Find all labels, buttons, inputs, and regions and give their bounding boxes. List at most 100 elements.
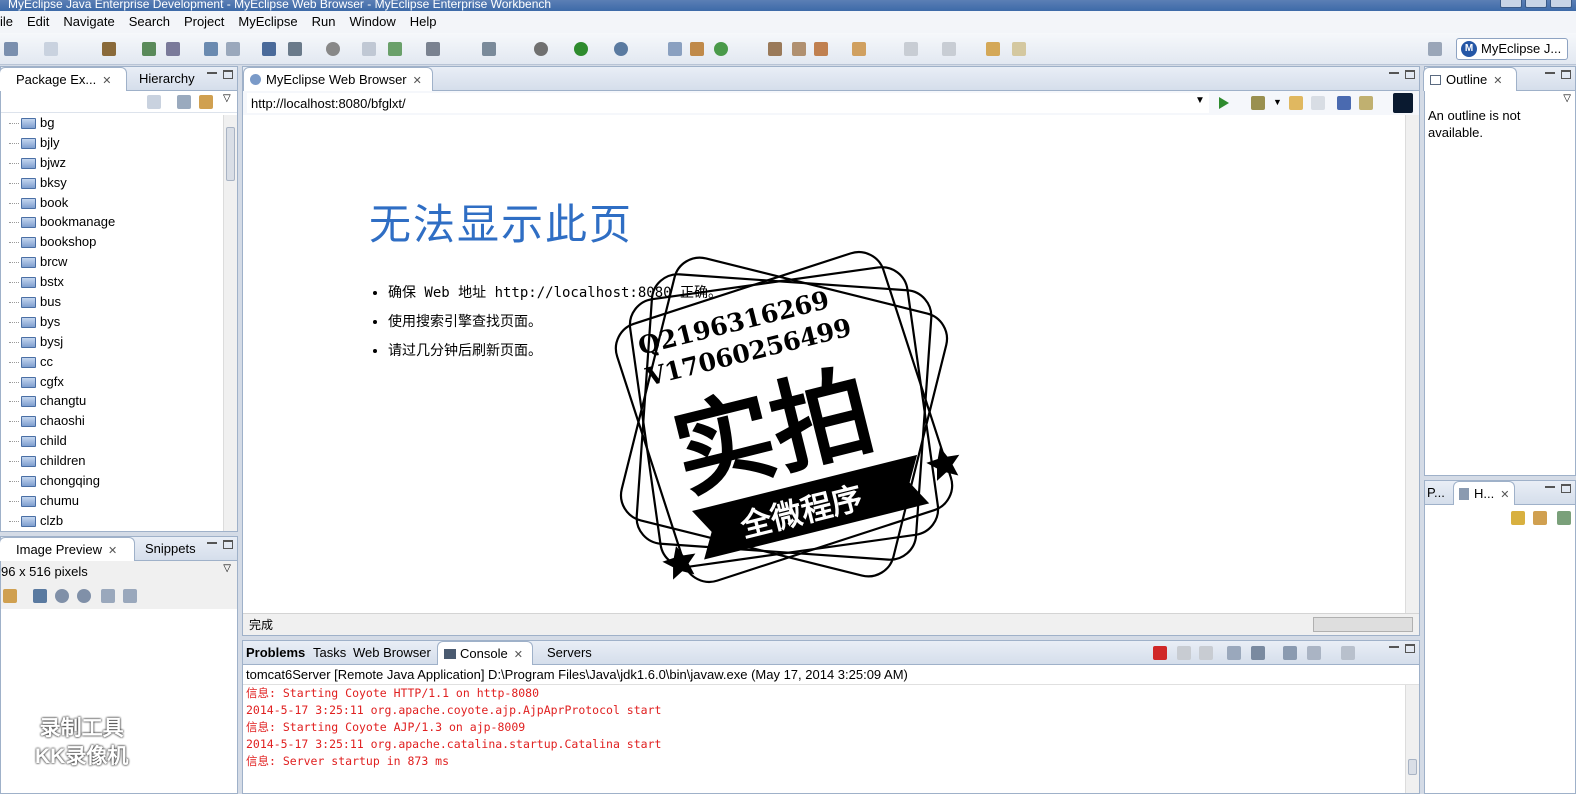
refresh-icon[interactable] [1359,96,1373,110]
menu-edit[interactable]: Edit [20,11,56,33]
menu-search[interactable]: Search [122,11,177,33]
view-menu-icon[interactable]: ▽ [1563,93,1571,104]
tab-package-explorer[interactable]: Package Ex... ✕ [0,67,127,91]
scrollbar-thumb[interactable] [1408,759,1417,775]
minimize-window-button[interactable] [1500,0,1522,8]
minimize-view-icon[interactable] [1545,486,1555,489]
browser-icon[interactable] [362,42,376,56]
tree-item[interactable]: chaoshi [1,411,223,431]
perspective-button[interactable]: M MyEclipse J... [1456,38,1568,60]
deploy-icon[interactable] [142,42,156,56]
forward-icon[interactable] [1012,42,1026,56]
menu-project[interactable]: Project [177,11,231,33]
open-folder-icon[interactable] [768,42,782,56]
server-icon[interactable] [166,42,180,56]
minimize-view-icon[interactable] [207,72,217,75]
menu-navigate[interactable]: Navigate [56,11,121,33]
pin-icon[interactable] [1557,511,1571,525]
tree-item[interactable]: bjly [1,133,223,153]
stop-icon[interactable] [1337,96,1351,110]
clear-console-icon[interactable] [1227,646,1241,660]
view-menu-icon[interactable]: ▽ [223,563,231,574]
close-icon[interactable]: ✕ [1500,489,1509,501]
close-window-button[interactable] [1550,0,1572,8]
next-annotation-icon[interactable] [904,42,918,56]
tree-item[interactable]: chongqing [1,471,223,491]
refresh-icon[interactable] [388,42,402,56]
sync-icon[interactable] [1511,511,1525,525]
run-icon[interactable] [574,42,588,56]
tools-icon[interactable] [1251,96,1265,110]
remove-launch-icon[interactable] [1177,646,1191,660]
tree-item[interactable]: children [1,451,223,471]
maximize-view-icon[interactable] [1405,70,1415,79]
tree-item[interactable]: child [1,431,223,451]
console-output[interactable]: 信息: Starting Coyote HTTP/1.1 on http-808… [243,685,1405,793]
build-icon[interactable] [102,42,116,56]
task-icon[interactable] [814,42,828,56]
tree-item[interactable]: chumu [1,491,223,511]
zoom-in-icon[interactable] [77,589,91,603]
go-icon[interactable] [1219,97,1229,109]
menu-window[interactable]: Window [343,11,403,33]
tree-item[interactable]: bg [1,113,223,133]
tree-item[interactable]: bstx [1,272,223,292]
fullscreen-icon[interactable] [123,589,137,603]
tree-item[interactable]: bookmanage [1,212,223,232]
tab-console[interactable]: Console ✕ [437,641,533,665]
menu-file[interactable]: ile [0,11,20,33]
display-console-icon[interactable] [1307,646,1321,660]
maximize-view-icon[interactable] [223,70,233,79]
tree-item[interactable]: bus [1,292,223,312]
minimize-view-icon[interactable] [1389,646,1399,649]
debug-icon[interactable] [534,42,548,56]
tools-dropdown-icon[interactable]: ▼ [1273,97,1282,107]
close-icon[interactable]: ✕ [514,649,523,661]
tree-item[interactable]: bksy [1,173,223,193]
pen-icon[interactable] [792,42,806,56]
prev-annotation-icon[interactable] [942,42,956,56]
tree-item[interactable]: clzb [1,511,223,531]
link-icon[interactable] [1533,511,1547,525]
tab-snippets[interactable]: Snippets [137,537,204,561]
close-icon[interactable]: ✕ [102,75,111,87]
scrollbar-thumb[interactable] [226,127,235,181]
tab-outline[interactable]: Outline ✕ [1423,67,1517,91]
tree-item[interactable]: bookshop [1,232,223,252]
zoom-out-icon[interactable] [55,589,69,603]
wizard2-icon[interactable] [226,42,240,56]
menu-help[interactable]: Help [403,11,444,33]
open-resource-icon[interactable] [288,42,302,56]
tab-hierarchy[interactable]: Hierarchy [131,67,203,91]
open-type-icon[interactable] [262,42,276,56]
tab-properties[interactable]: P... [1425,481,1453,505]
maximize-view-icon[interactable] [223,540,233,549]
url-history-dropdown-icon[interactable]: ▼ [1195,95,1205,106]
pin-console-icon[interactable] [1283,646,1297,660]
link-editor-icon[interactable] [199,95,213,109]
remove-all-icon[interactable] [1199,646,1213,660]
external-tools-icon[interactable] [426,42,440,56]
view-menu-icon[interactable]: ▽ [223,93,231,104]
back-icon[interactable] [1289,96,1303,110]
collapse-all-icon[interactable] [177,95,191,109]
tree-item[interactable]: bjwz [1,153,223,173]
tree-item[interactable]: cgfx [1,372,223,392]
run-external-icon[interactable] [614,42,628,56]
tab-web-browser[interactable]: MyEclipse Web Browser ✕ [243,67,433,91]
wizard-icon[interactable] [204,42,218,56]
tree-item[interactable]: bys [1,312,223,332]
minimize-view-icon[interactable] [207,542,217,545]
tree-item[interactable]: book [1,193,223,213]
new-class-icon[interactable] [714,42,728,56]
scroll-lock-icon[interactable] [1251,646,1265,660]
tree-item[interactable]: bysj [1,332,223,352]
tab-web-browser-view[interactable]: Web Browser [345,641,439,665]
new-icon[interactable] [4,42,18,56]
new-package-icon[interactable] [690,42,704,56]
open-console-icon[interactable] [1341,646,1355,660]
browser-engine-icon[interactable] [1393,93,1413,113]
tree-item[interactable]: changtu [1,391,223,411]
tree-item[interactable]: cc [1,352,223,372]
tab-problems[interactable]: Problems [243,641,313,665]
